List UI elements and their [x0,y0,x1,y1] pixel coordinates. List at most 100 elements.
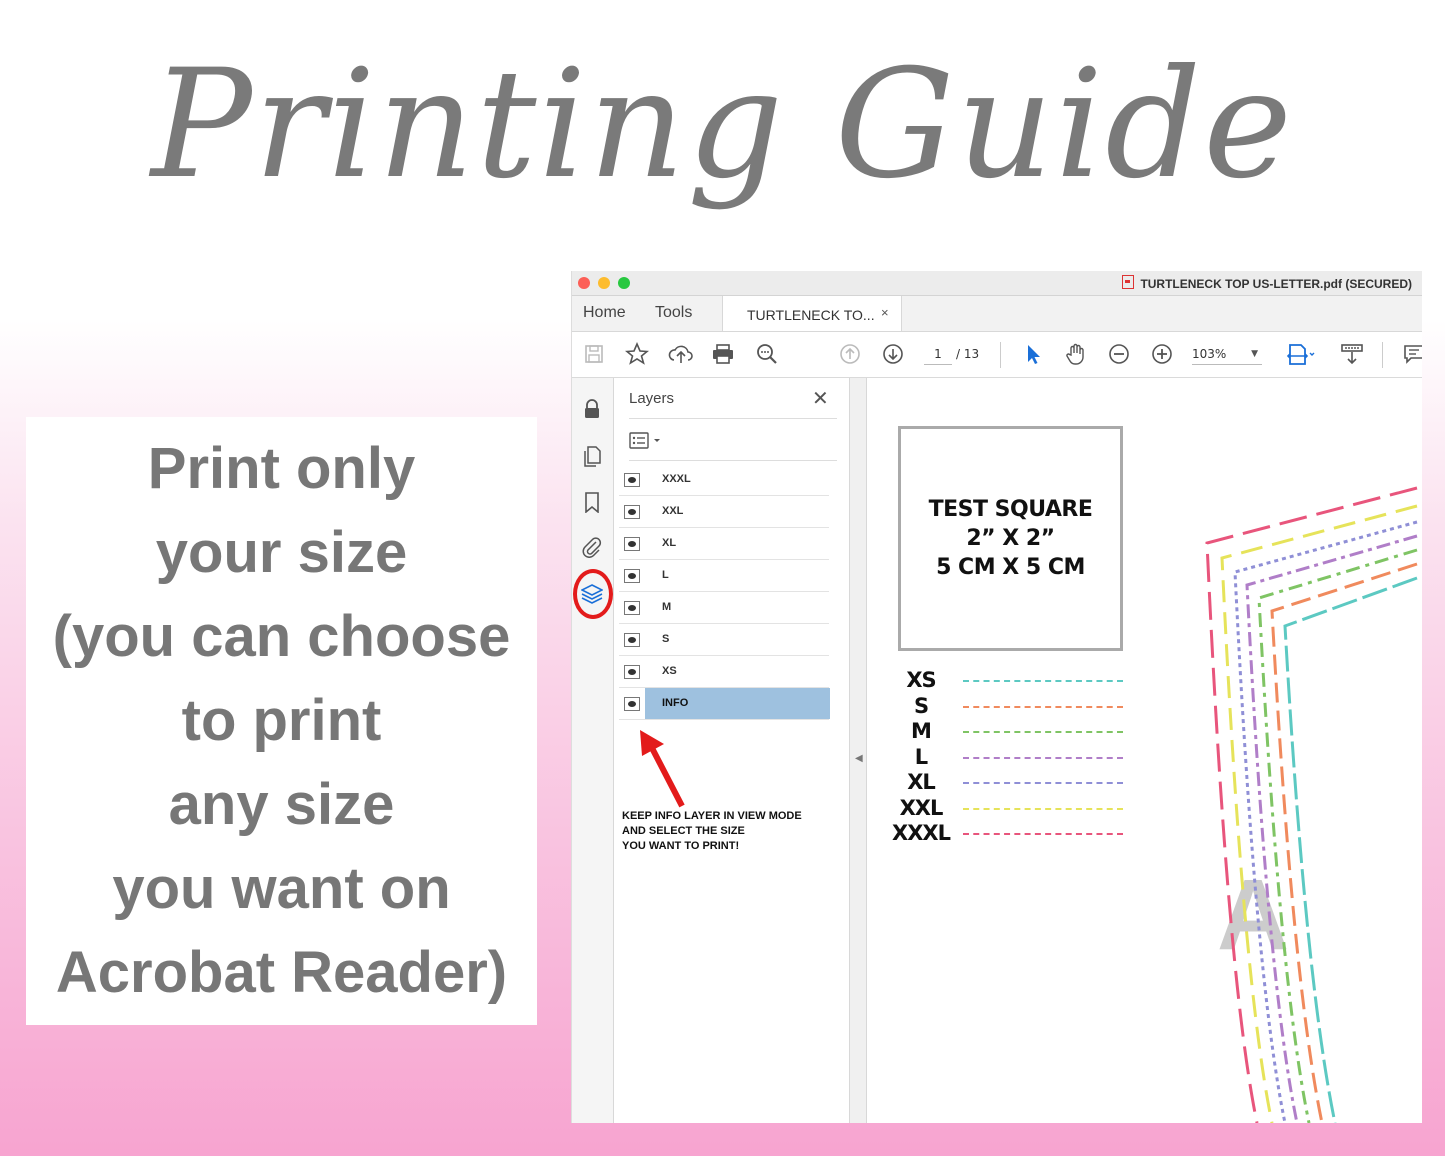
chevron-down-icon: ▼ [1251,349,1258,359]
search-icon[interactable] [755,342,779,366]
page-total: / 13 [956,347,980,361]
test-square-text: TEST SQUARE 2” X 2” 5 CM X 5 CM [928,497,1093,580]
layer-row-xxl[interactable]: XXL [619,496,829,528]
legend-row: XXXL [891,821,1131,847]
legend-label: XXL [899,795,944,820]
comment-icon[interactable] [1402,342,1422,366]
eye-icon[interactable] [624,601,640,615]
layer-name: XXL [662,505,684,517]
layer-name: XXXL [662,473,691,485]
legend-row: S [891,694,1131,720]
lock-icon[interactable] [581,398,603,420]
page-down-icon[interactable] [881,342,905,366]
legend-label: M [911,719,932,743]
layer-name: XS [662,665,677,677]
toolbar: 1 / 13 103% ▼ [572,332,1422,378]
red-arrow-icon [640,730,685,808]
options-icon[interactable] [629,432,669,450]
legend-row: M [891,719,1131,745]
close-tab-button[interactable]: × [881,305,889,320]
panel-splitter[interactable]: ◀ [850,378,867,1123]
legend-row: XL [891,770,1131,796]
close-window-button[interactable] [578,277,590,289]
layer-row-l[interactable]: L [619,560,829,592]
legend-row: XXL [891,796,1131,822]
eye-icon[interactable] [624,665,640,679]
tab-home[interactable]: Home [583,304,626,322]
title-bar: TURTLENECK TOP US-LETTER.pdf (SECURED) [572,271,1422,296]
tab-document[interactable]: TURTLENECK TO... × [722,296,902,331]
eye-icon[interactable] [624,633,640,647]
panel-title: Layers [629,390,675,407]
layer-name: L [662,569,669,581]
pages-icon[interactable] [581,445,603,467]
layer-list: XXXL XXL XL L M S XS INFO [619,464,830,720]
zoom-in-icon[interactable] [1150,342,1174,366]
eye-icon[interactable] [624,537,640,551]
zoom-out-icon[interactable] [1107,342,1131,366]
page-number-input[interactable]: 1 [924,344,952,365]
zoom-value: 103% [1192,347,1227,361]
legend-line [963,705,1123,708]
close-panel-button[interactable]: ✕ [812,386,829,411]
star-icon[interactable] [625,342,649,366]
legend-line [963,807,1123,810]
hand-icon[interactable] [1064,342,1088,366]
legend-row: L [891,745,1131,771]
panel-instruction: KEEP INFO LAYER IN VIEW MODE AND SELECT … [622,810,802,852]
legend-label: S [913,693,929,718]
bookmark-icon[interactable] [581,491,603,514]
legend-line [963,833,1123,835]
collapse-panel-icon[interactable]: ◀ [855,753,863,764]
legend-line [963,731,1123,733]
legend-row: XS [891,668,1131,694]
window-title-text: TURTLENECK TOP US-LETTER.pdf (SECURED) [1140,277,1412,291]
layer-row-s[interactable]: S [619,624,829,656]
eye-icon[interactable] [624,473,640,487]
tab-tools[interactable]: Tools [655,304,692,322]
pattern-pieces [1205,486,1418,1123]
panel-divider [629,418,837,419]
scroll-mode-icon[interactable] [1340,342,1364,366]
acrobat-window: TURTLENECK TOP US-LETTER.pdf (SECURED) H… [571,271,1422,1123]
layers-panel: Layers ✕ XXXL XXL XL L M S XS INFO KEEP … [614,378,850,1123]
instruction-text: Print only your size (you can choose to … [52,436,511,1005]
legend-label: L [914,744,928,769]
page-up-icon[interactable] [838,342,862,366]
legend-line [963,756,1123,759]
save-icon[interactable] [582,342,606,366]
minimize-window-button[interactable] [598,277,610,289]
page-title: Printing Guide [151,38,1294,212]
document-tab-label: TURTLENECK TO... [747,307,875,323]
select-arrow-icon[interactable] [1021,342,1045,366]
layer-name: XL [662,537,677,549]
legend-label: XL [907,770,936,794]
zoom-window-button[interactable] [618,277,630,289]
eye-icon[interactable] [624,697,640,711]
layer-row-xxxl[interactable]: XXXL [619,464,829,496]
panel-divider [629,460,837,461]
print-icon[interactable] [711,342,735,366]
layer-row-xl[interactable]: XL [619,528,829,560]
zoom-select[interactable]: 103% ▼ [1192,344,1262,365]
legend-label: XS [906,668,936,692]
eye-icon[interactable] [624,569,640,583]
document-page: TEST SQUARE 2” X 2” 5 CM X 5 CM XS S M L… [867,378,1422,1123]
test-square: TEST SQUARE 2” X 2” 5 CM X 5 CM [898,426,1123,651]
left-rail [572,378,614,1123]
layer-name: S [662,633,670,645]
toolbar-divider [1000,342,1001,368]
size-legend: XS S M L XL XXL XXXL [891,668,1131,847]
attachment-icon[interactable] [581,536,603,558]
legend-line [963,680,1123,682]
upload-icon[interactable] [668,342,694,366]
instruction-box: Print only your size (you can choose to … [26,417,537,1025]
layer-row-info[interactable]: INFO [619,688,830,720]
legend-label: XXXL [892,821,951,845]
layer-row-xs[interactable]: XS [619,656,829,688]
layer-row-m[interactable]: M [619,592,829,624]
eye-icon[interactable] [624,505,640,519]
pdf-file-icon [1122,275,1135,289]
layer-name: INFO [662,697,689,709]
fit-page-icon[interactable] [1286,342,1316,366]
